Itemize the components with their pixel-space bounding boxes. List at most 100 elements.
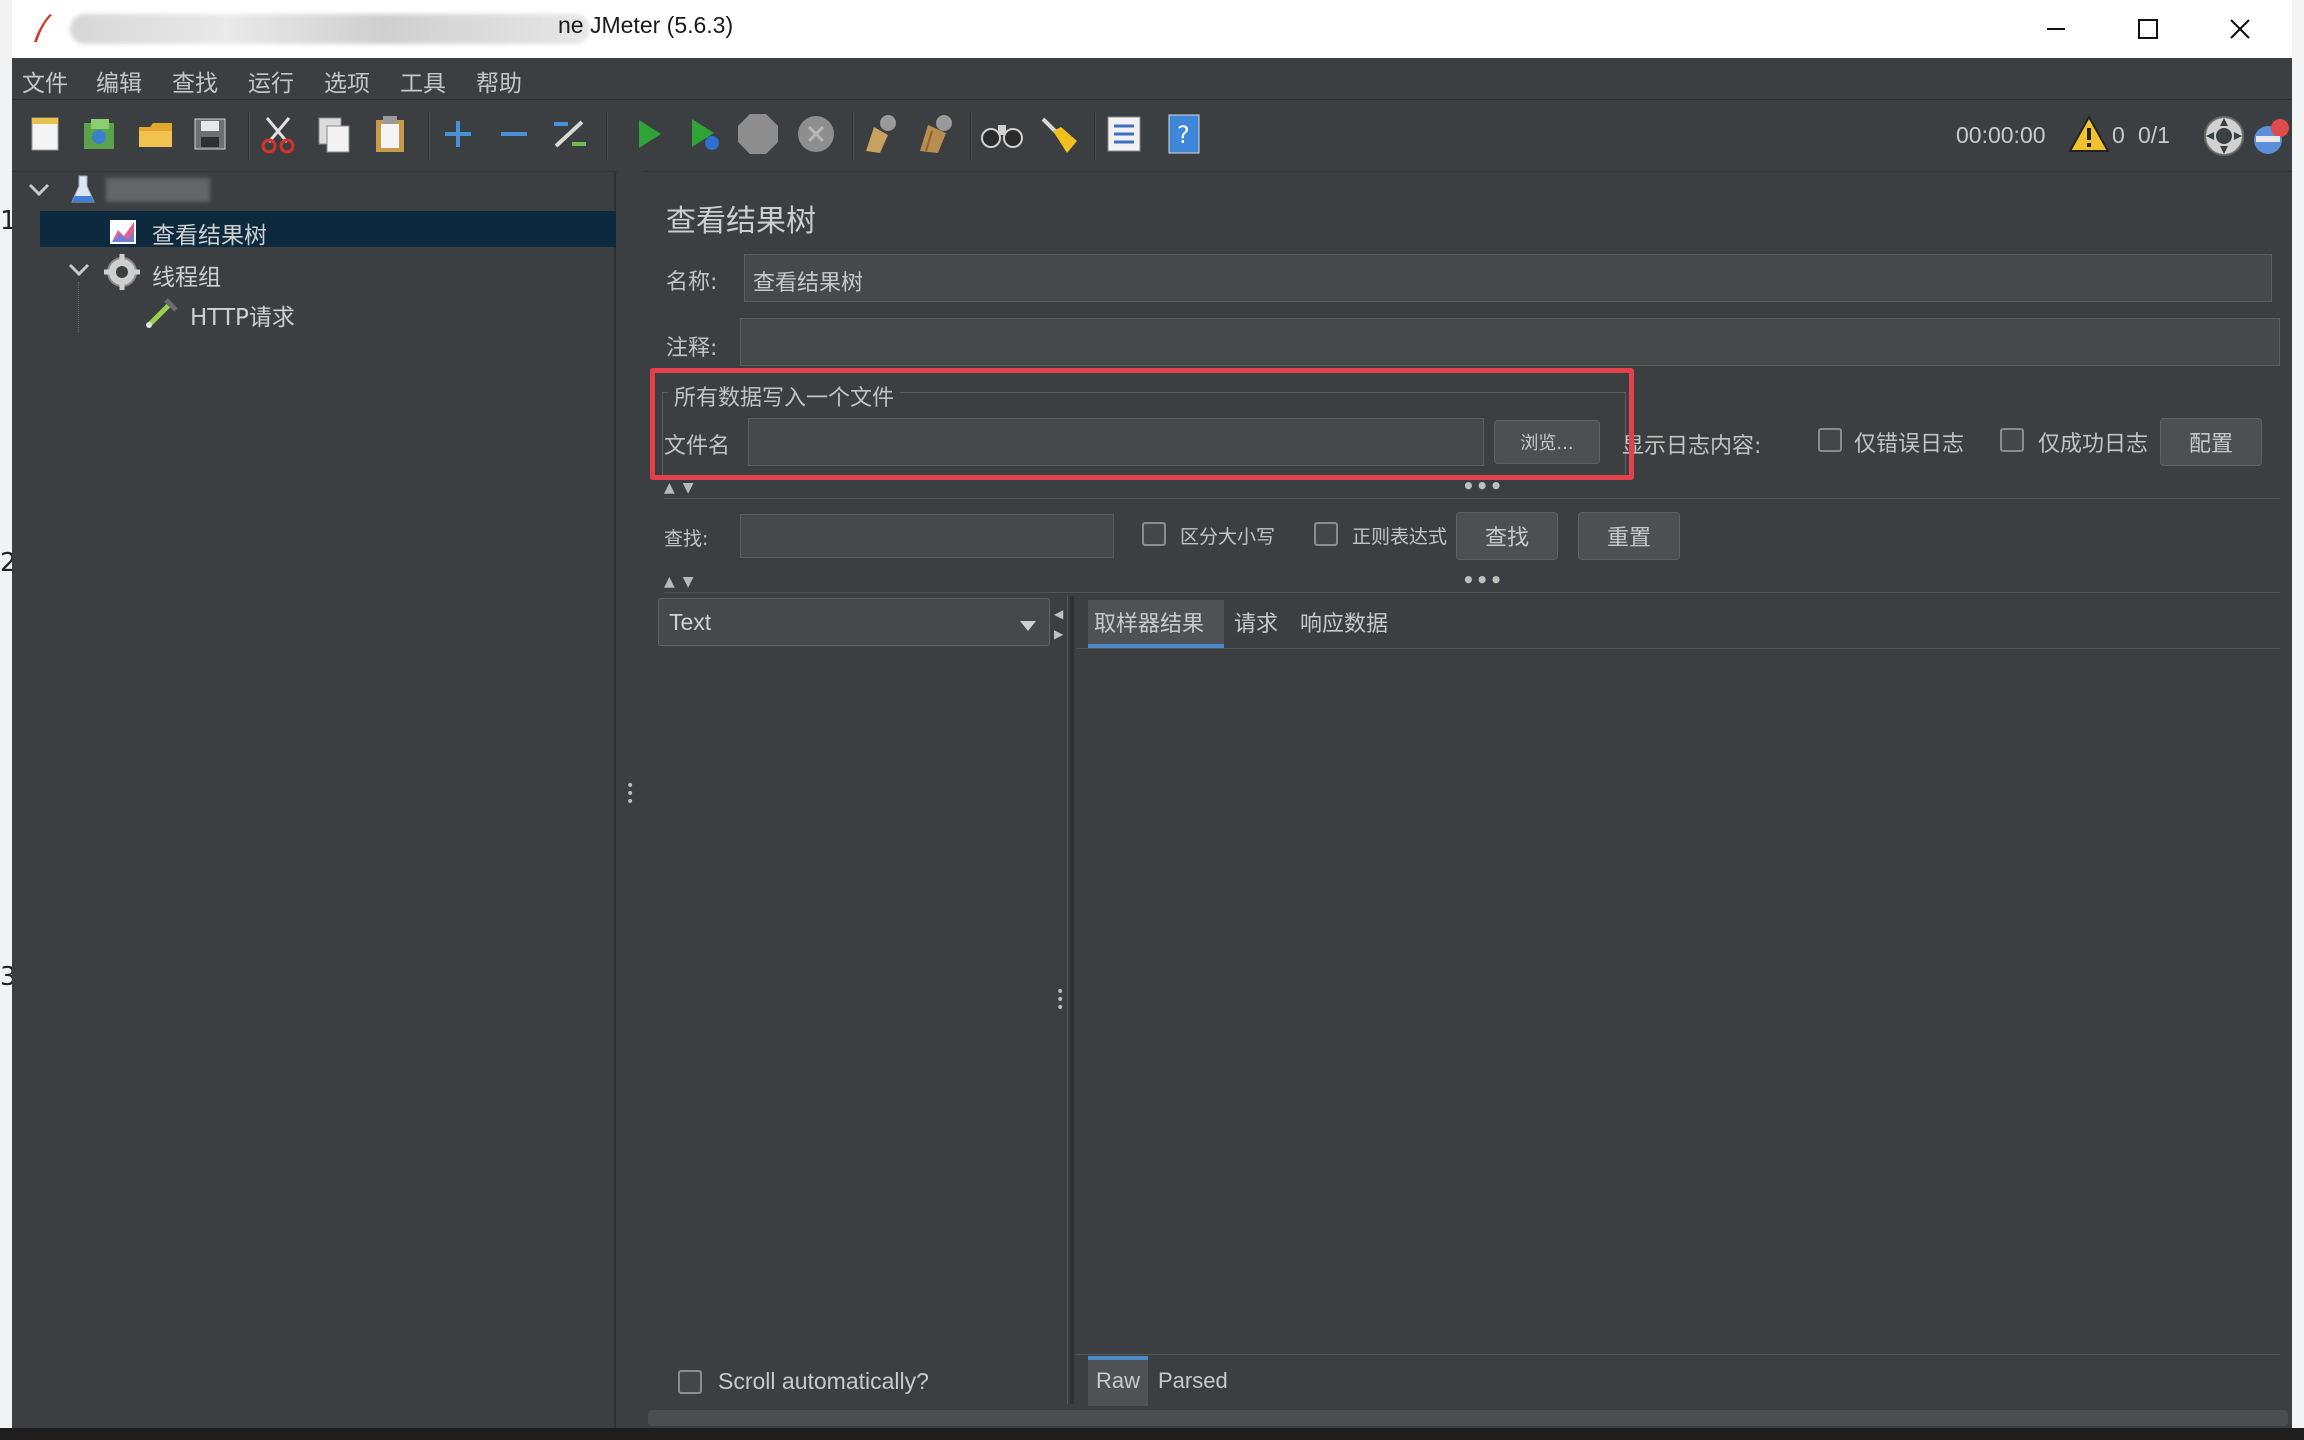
horizontal-scrollbar[interactable] (648, 1410, 2288, 1426)
renderer-select[interactable]: Text (658, 598, 1050, 646)
tab-response-data[interactable]: 响应数据 (1300, 606, 1388, 638)
menu-file[interactable]: 文件 (22, 64, 68, 98)
maximize-icon (2138, 13, 2158, 46)
active-threads: 0/1 (2138, 122, 2170, 148)
toolbar-separator (1094, 112, 1096, 160)
tree-item-thread-group[interactable]: 线程组 (152, 258, 221, 292)
chevron-down-icon[interactable] (68, 262, 90, 282)
test-plan-tree (12, 172, 616, 1428)
errors-only-checkbox[interactable] (1818, 428, 1842, 452)
find-button[interactable]: 查找 (1456, 512, 1558, 560)
tab-sampler-result[interactable]: 取样器结果 (1094, 606, 1204, 638)
configure-button[interactable]: 配置 (2160, 418, 2262, 466)
split-handle[interactable]: ••• (1462, 474, 1503, 498)
search-input[interactable] (740, 514, 1114, 558)
reset-button[interactable]: 重置 (1578, 512, 1680, 560)
comment-field[interactable] (740, 318, 2280, 366)
templates-button[interactable] (78, 114, 122, 158)
tree-item-http-request[interactable]: HTTP请求 (190, 298, 295, 332)
title-bar[interactable]: ne JMeter (5.6.3) (12, 0, 2292, 58)
raw-tab-indicator (1088, 1356, 1148, 1360)
log-content-label: 显示日志内容: (1622, 434, 1762, 459)
split-arrows[interactable]: ▲▼ (664, 574, 702, 590)
new-icon (28, 115, 64, 157)
function-helper-icon (1104, 114, 1144, 158)
chevron-down-icon (1019, 617, 1037, 636)
menu-tools[interactable]: 工具 (400, 64, 446, 98)
open-button[interactable] (134, 114, 178, 158)
clear-icon (860, 113, 900, 159)
menu-options[interactable]: 选项 (324, 64, 370, 98)
case-sensitive-label: 区分大小写 (1180, 526, 1276, 548)
start-no-pause-icon (686, 115, 722, 157)
name-field[interactable]: 查看结果树 (744, 254, 2272, 302)
reset-search-button[interactable] (1036, 114, 1080, 158)
toolbar-separator (248, 112, 250, 160)
cut-icon (259, 114, 297, 158)
shutdown-icon (796, 114, 836, 158)
cut-button[interactable] (256, 114, 300, 158)
minimize-button[interactable] (2010, 0, 2102, 58)
help-button[interactable]: ? (1162, 114, 1206, 158)
menu-bar: 文件 编辑 查找 运行 选项 工具 帮助 (12, 58, 2292, 100)
jmeter-window: ne JMeter (5.6.3) 文件 编辑 查找 运行 选项 工具 帮助 ?… (12, 0, 2292, 1428)
toggle-icon (550, 114, 590, 158)
name-field-value: 查看结果树 (753, 271, 864, 296)
stop-button[interactable] (736, 114, 780, 158)
taskbar-strip (0, 1428, 2304, 1440)
search-label: 查找: (664, 528, 709, 550)
window-title: ne JMeter (5.6.3) (558, 12, 734, 38)
results-splitter[interactable]: ◀ ▶ • • • (1052, 596, 1068, 1404)
menu-run[interactable]: 运行 (248, 64, 294, 98)
redacted-title (70, 14, 590, 44)
new-button[interactable] (24, 114, 68, 158)
scroll-auto-checkbox[interactable] (678, 1370, 702, 1394)
toolbar-separator (428, 112, 430, 160)
collapse-all-button[interactable] (492, 114, 536, 158)
start-no-pause-button[interactable] (682, 114, 726, 158)
warning-icon[interactable] (2068, 114, 2110, 158)
regex-checkbox[interactable] (1314, 522, 1338, 546)
menu-help[interactable]: 帮助 (476, 64, 522, 98)
clear-all-button[interactable] (914, 114, 958, 158)
success-only-checkbox[interactable] (2000, 428, 2024, 452)
close-button[interactable] (2194, 0, 2286, 58)
maximize-button[interactable] (2102, 0, 2194, 58)
toolbar-separator (970, 112, 972, 160)
collapse-icon (497, 117, 531, 155)
remote-icon[interactable] (2202, 114, 2246, 162)
expand-all-button[interactable] (436, 114, 480, 158)
minimize-icon (2046, 13, 2066, 46)
menu-edit[interactable]: 编辑 (96, 64, 142, 98)
close-icon (2230, 13, 2250, 46)
case-sensitive-checkbox[interactable] (1142, 522, 1166, 546)
shutdown-button[interactable] (794, 114, 838, 158)
paste-button[interactable] (368, 114, 412, 158)
paste-icon (371, 114, 409, 158)
search-button[interactable] (980, 114, 1024, 158)
tree-item-label: 查看结果树 (152, 223, 267, 249)
copy-button[interactable] (312, 114, 356, 158)
tab-parsed[interactable]: Parsed (1158, 1368, 1228, 1394)
tab-request[interactable]: 请求 (1234, 606, 1278, 638)
menu-search[interactable]: 查找 (172, 64, 218, 98)
plugins-icon[interactable] (2250, 114, 2292, 162)
tree-connector (78, 282, 79, 332)
toggle-button[interactable] (548, 114, 592, 158)
tab-raw[interactable]: Raw (1096, 1368, 1140, 1394)
warning-count: 0 (2112, 122, 2125, 148)
chevron-down-icon[interactable] (28, 182, 50, 202)
start-button[interactable] (626, 114, 670, 158)
renderer-select-value: Text (669, 609, 712, 635)
svg-text:?: ? (1177, 121, 1190, 149)
elapsed-timer: 00:00:00 (1956, 122, 2046, 148)
function-helper-button[interactable] (1102, 114, 1146, 158)
split-handle[interactable]: ••• (1462, 568, 1503, 592)
clear-button[interactable] (858, 114, 902, 158)
divider (664, 498, 2280, 499)
split-arrows[interactable]: ▲▼ (664, 480, 702, 496)
tree-splitter[interactable]: • • • (618, 170, 644, 1428)
expand-icon (441, 117, 475, 155)
save-button[interactable] (188, 114, 232, 158)
feather-icon (30, 12, 56, 48)
